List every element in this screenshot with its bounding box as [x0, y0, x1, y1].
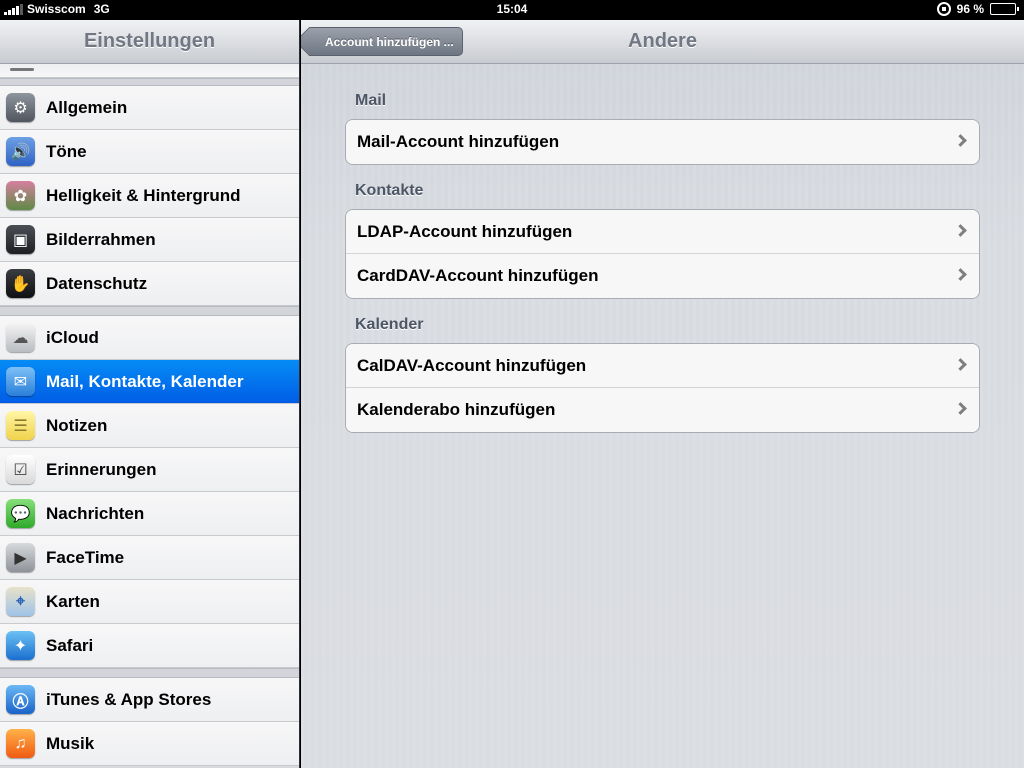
page-title: Andere — [628, 30, 697, 52]
chevron-right-icon — [954, 402, 967, 415]
row-label: LDAP-Account hinzufügen — [357, 221, 573, 241]
row-label: CalDAV-Account hinzufügen — [357, 355, 587, 375]
map-icon: ⌖ — [6, 587, 35, 616]
sidebar-item-erinnerungen[interactable]: ☑ Erinnerungen — [0, 448, 299, 492]
group-separator — [0, 78, 299, 86]
sidebar-item-musik[interactable]: ♫ Musik — [0, 722, 299, 766]
row-mail-account-hinzufuegen[interactable]: Mail-Account hinzufügen — [346, 120, 979, 164]
group-kalender: CalDAV-Account hinzufügen Kalenderabo hi… — [345, 343, 980, 433]
status-left: Swisscom 3G — [4, 2, 110, 16]
cloud-icon: ☁ — [6, 323, 35, 352]
sidebar-item-icloud[interactable]: ☁ iCloud — [0, 316, 299, 360]
row-label: CardDAV-Account hinzufügen — [357, 266, 599, 285]
sidebar-item-label: Karten — [46, 591, 100, 611]
reminders-icon: ☑ — [6, 455, 35, 484]
chevron-right-icon — [954, 134, 967, 147]
sidebar-item-label: Notizen — [46, 415, 108, 435]
status-right: 96 % — [936, 2, 1019, 16]
group-separator — [0, 668, 299, 678]
sidebar-item-nachrichten[interactable]: 💬 Nachrichten — [0, 492, 299, 536]
sidebar-item-itunes-app-stores[interactable]: Ⓐ iTunes & App Stores — [0, 678, 299, 722]
picture-frame-icon: ▣ — [6, 225, 35, 254]
sidebar-item-label: Mail, Kontakte, Kalender — [46, 371, 244, 391]
sidebar-item-label: FaceTime — [46, 547, 125, 567]
section-header-kontakte: Kontakte — [355, 182, 424, 199]
sidebar-item-label: Musik — [46, 733, 95, 753]
app-store-icon: Ⓐ — [6, 685, 35, 714]
sidebar-item-bilderrahmen[interactable]: ▣ Bilderrahmen — [0, 218, 299, 262]
sidebar-item-allgemein[interactable]: ⚙ Allgemein — [0, 86, 299, 130]
flower-icon: ✿ — [6, 181, 35, 210]
battery-percent: 96 % — [956, 2, 984, 16]
sidebar-item-label: Allgemein — [46, 97, 128, 117]
back-button-label: Account hinzufügen ... — [325, 34, 454, 49]
sidebar-item-label: Datenschutz — [46, 273, 148, 293]
gear-icon: ⚙ — [6, 93, 35, 122]
row-kalenderabo-hinzufuegen[interactable]: Kalenderabo hinzufügen — [346, 388, 979, 432]
sidebar-title: Einstellungen — [83, 30, 216, 52]
row-label: Kalenderabo hinzufügen — [357, 400, 556, 419]
chevron-right-icon — [954, 224, 967, 237]
row-carddav-account-hinzufuegen[interactable]: CardDAV-Account hinzufügen — [346, 254, 979, 298]
detail-navbar: Account hinzufügen ... Andere — [301, 20, 1024, 64]
hand-icon: ✋ — [6, 269, 35, 298]
settings-sidebar: Einstellungen ⚙ Allgemein 🔊 Töne ✿ Helli… — [0, 20, 300, 768]
mail-icon: ✉ — [6, 367, 35, 396]
sidebar-item-label: Helligkeit & Hintergrund — [46, 185, 241, 205]
back-button[interactable]: Account hinzufügen ... — [309, 27, 463, 56]
video-camera-icon: ▶ — [6, 543, 35, 572]
row-caldav-account-hinzufuegen[interactable]: CalDAV-Account hinzufügen — [346, 344, 979, 388]
sidebar-item-safari[interactable]: ✦ Safari — [0, 624, 299, 668]
section-header-mail: Mail — [355, 92, 387, 109]
status-bar: Swisscom 3G 15:04 96 % — [0, 0, 1024, 20]
music-note-icon: ♫ — [6, 729, 35, 758]
section-header-kalender: Kalender — [355, 316, 424, 333]
compass-icon: ✦ — [6, 631, 35, 660]
group-mail: Mail-Account hinzufügen — [345, 119, 980, 165]
chevron-right-icon — [954, 268, 967, 281]
carrier-label: Swisscom — [27, 2, 86, 16]
sidebar-item-label: Nachrichten — [46, 503, 145, 523]
notes-icon: ☰ — [6, 411, 35, 440]
speaker-icon: 🔊 — [6, 137, 35, 166]
sidebar-item-mail-kontakte-kalender[interactable]: ✉ Mail, Kontakte, Kalender — [0, 360, 299, 404]
message-bubble-icon: 💬 — [6, 499, 35, 528]
sidebar-item-toene[interactable]: 🔊 Töne — [0, 130, 299, 174]
sidebar-navbar: Einstellungen — [0, 20, 299, 64]
sidebar-item-label: Töne — [46, 141, 87, 161]
clock: 15:04 — [496, 2, 528, 16]
group-kontakte: LDAP-Account hinzufügen CardDAV-Account … — [345, 209, 980, 299]
signal-strength-icon — [4, 3, 23, 15]
sidebar-item-label: Safari — [46, 635, 94, 655]
sidebar-item-label: iCloud — [46, 327, 99, 347]
chevron-right-icon — [954, 358, 967, 371]
sidebar-item-datenschutz[interactable]: ✋ Datenschutz — [0, 262, 299, 306]
rotation-lock-icon — [936, 2, 951, 16]
partial-cell — [0, 64, 299, 78]
group-separator — [0, 306, 299, 316]
sidebar-item-facetime[interactable]: ▶ FaceTime — [0, 536, 299, 580]
row-ldap-account-hinzufuegen[interactable]: LDAP-Account hinzufügen — [346, 210, 979, 254]
sidebar-item-label: iTunes & App Stores — [46, 689, 212, 709]
sidebar-item-label: Erinnerungen — [46, 459, 157, 479]
sidebar-item-notizen[interactable]: ☰ Notizen — [0, 404, 299, 448]
row-label: Mail-Account hinzufügen — [357, 132, 560, 151]
settings-list[interactable]: ⚙ Allgemein 🔊 Töne ✿ Helligkeit & Hinter… — [0, 64, 299, 766]
network-label: 3G — [93, 2, 110, 16]
detail-pane: Account hinzufügen ... Andere Mail Mail-… — [301, 20, 1024, 768]
sidebar-item-helligkeit[interactable]: ✿ Helligkeit & Hintergrund — [0, 174, 299, 218]
sidebar-item-label: Bilderrahmen — [46, 229, 156, 249]
battery-icon — [990, 3, 1019, 15]
sidebar-item-karten[interactable]: ⌖ Karten — [0, 580, 299, 624]
